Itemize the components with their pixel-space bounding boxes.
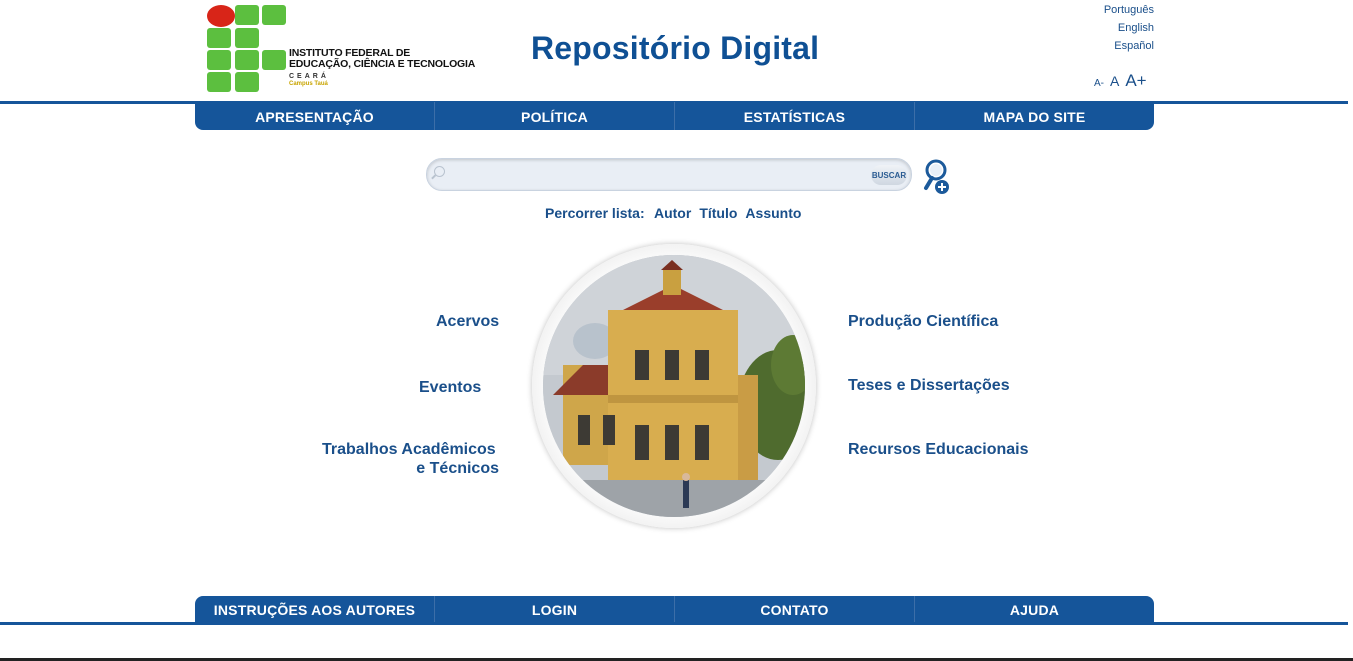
bottom-divider-line [0,622,1348,625]
category-eventos[interactable]: Eventos [419,378,481,397]
nav-mapa-do-site[interactable]: MAPA DO SITE [915,102,1154,130]
font-decrease-button[interactable]: A- [1094,78,1104,89]
category-acervos[interactable]: Acervos [436,312,499,331]
font-normal-button[interactable]: A [1110,73,1119,89]
nav-politica[interactable]: POLÍTICA [435,102,675,130]
logo-red-circle [207,5,235,27]
browse-subject-link[interactable]: Assunto [745,205,801,221]
bottom-nav: INSTRUÇÕES AOS AUTORES LOGIN CONTATO AJU… [195,596,1154,624]
institution-logo[interactable]: INSTITUTO FEDERAL DE EDUCAÇÃO, CIÊNCIA E… [207,5,487,95]
category-producao-cientifica[interactable]: Produção Científica [848,312,998,331]
category-teses-dissertacoes[interactable]: Teses e Dissertações [848,376,1010,395]
font-increase-button[interactable]: A+ [1125,71,1146,90]
nav-ajuda[interactable]: AJUDA [915,596,1154,624]
language-spanish-link[interactable]: Español [1104,37,1154,55]
search-bar: BUSCAR [426,158,912,191]
category-recursos-educacionais[interactable]: Recursos Educacionais [848,440,1029,459]
language-portuguese-link[interactable]: Português [1104,1,1154,19]
search-icon [434,166,445,177]
browse-bar: Percorrer lista: Autor Título Assunto [545,205,809,221]
nav-login[interactable]: LOGIN [435,596,675,624]
logo-state: CEARÁ [289,73,329,80]
search-button[interactable]: BUSCAR [871,165,907,185]
page-title: Repositório Digital [531,30,820,66]
logo-campus: Campus Tauá [289,81,328,87]
search-input[interactable] [451,164,875,186]
nav-estatisticas[interactable]: ESTATÍSTICAS [675,102,915,130]
browse-title-link[interactable]: Título [699,205,737,221]
advanced-search-icon[interactable] [922,158,956,196]
top-nav: APRESENTAÇÃO POLÍTICA ESTATÍSTICAS MAPA … [195,102,1154,130]
browse-label: Percorrer lista: [545,205,645,221]
category-trabalhos-academicos[interactable]: Trabalhos Acadêmicos e Técnicos [322,440,499,478]
language-english-link[interactable]: English [1104,19,1154,37]
nav-instrucoes-autores[interactable]: INSTRUÇÕES AOS AUTORES [195,596,435,624]
language-selector: Português English Español [1104,1,1154,55]
campus-building-photo [543,255,805,517]
nav-contato[interactable]: CONTATO [675,596,915,624]
browse-author-link[interactable]: Autor [654,205,691,221]
nav-apresentacao[interactable]: APRESENTAÇÃO [195,102,435,130]
font-size-controls: A- A A+ [1094,71,1147,91]
logo-text: INSTITUTO FEDERAL DE EDUCAÇÃO, CIÊNCIA E… [289,47,476,70]
